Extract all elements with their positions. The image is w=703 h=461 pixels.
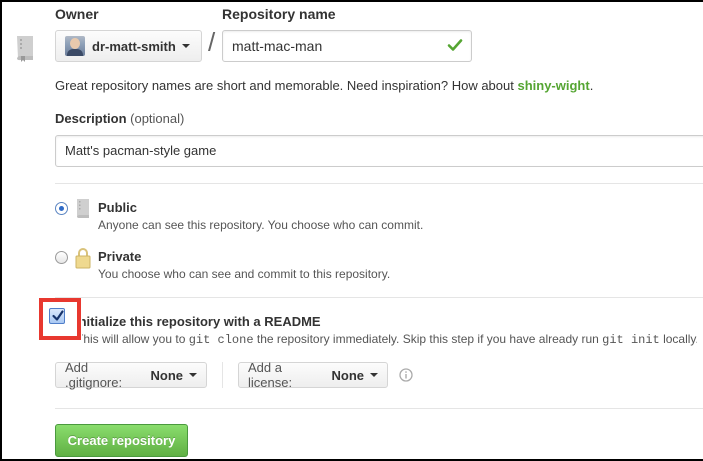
gitignore-value: None: [150, 367, 184, 383]
select-separator: [222, 362, 223, 388]
description-label-text: Description: [55, 111, 127, 126]
public-radio[interactable]: [55, 202, 68, 215]
readme-desc-text: This will allow you to: [82, 332, 189, 346]
repo-book-icon: [77, 199, 89, 219]
repo-name-label: Repository name: [222, 6, 336, 22]
license-value: None: [331, 367, 365, 383]
check-icon: [447, 39, 463, 51]
owner-repo-separator: /: [208, 27, 216, 57]
lock-icon: [75, 248, 91, 269]
readme-desc: This will allow you to git clone the rep…: [82, 332, 697, 347]
divider: [55, 408, 703, 409]
license-select[interactable]: Add a license: None: [238, 360, 388, 390]
new-repository-form: Owner Repository name dr-matt-smith / ma…: [0, 0, 703, 461]
public-desc: Anyone can see this repository. You choo…: [98, 218, 424, 232]
checkmark-icon: [52, 310, 64, 321]
license-label: Add a license:: [248, 360, 293, 390]
readme-checkbox[interactable]: [49, 308, 65, 324]
name-hint-suffix: .: [589, 78, 594, 93]
private-radio[interactable]: [55, 251, 68, 264]
description-label: Description (optional): [55, 111, 184, 126]
readme-label: Initialize this repository with a README: [82, 314, 321, 329]
gitignore-label: Add .gitignore:: [65, 360, 123, 390]
git-clone-code: git clone: [188, 333, 254, 347]
repo-name-value: matt-mac-man: [232, 38, 323, 54]
git-init-code: git init: [602, 333, 660, 347]
divider: [55, 297, 703, 298]
owner-value: dr-matt-smith: [92, 38, 176, 54]
avatar: [65, 36, 85, 56]
readme-desc-text: the repository immediately. Skip this st…: [253, 332, 603, 346]
create-repository-button[interactable]: Create repository: [55, 424, 188, 457]
description-value: Matt's pacman-style game: [65, 143, 217, 158]
readme-desc-text: locally.: [659, 332, 697, 346]
gitignore-select[interactable]: Add .gitignore: None: [55, 360, 207, 390]
caret-down-icon: [189, 373, 197, 377]
public-title: Public: [98, 200, 138, 215]
repo-book-icon: [17, 36, 33, 62]
description-input[interactable]: Matt's pacman-style game: [55, 135, 703, 167]
readme-label-wrap: Initialize this repository with a README: [82, 314, 382, 329]
name-hint-text: Great repository names are short and mem…: [55, 78, 518, 93]
description-optional: (optional): [130, 111, 185, 126]
info-icon[interactable]: [399, 368, 413, 382]
caret-down-icon: [181, 44, 190, 48]
private-desc: You choose who can see and commit to thi…: [98, 267, 391, 281]
owner-dropdown[interactable]: dr-matt-smith: [55, 30, 202, 62]
repo-name-input[interactable]: matt-mac-man: [222, 30, 472, 62]
divider: [55, 183, 703, 184]
owner-label: Owner: [55, 6, 99, 22]
name-suggestion-link[interactable]: shiny-wight: [517, 78, 589, 93]
private-title: Private: [98, 249, 142, 264]
caret-down-icon: [370, 373, 378, 377]
name-hint: Great repository names are short and mem…: [55, 78, 593, 93]
